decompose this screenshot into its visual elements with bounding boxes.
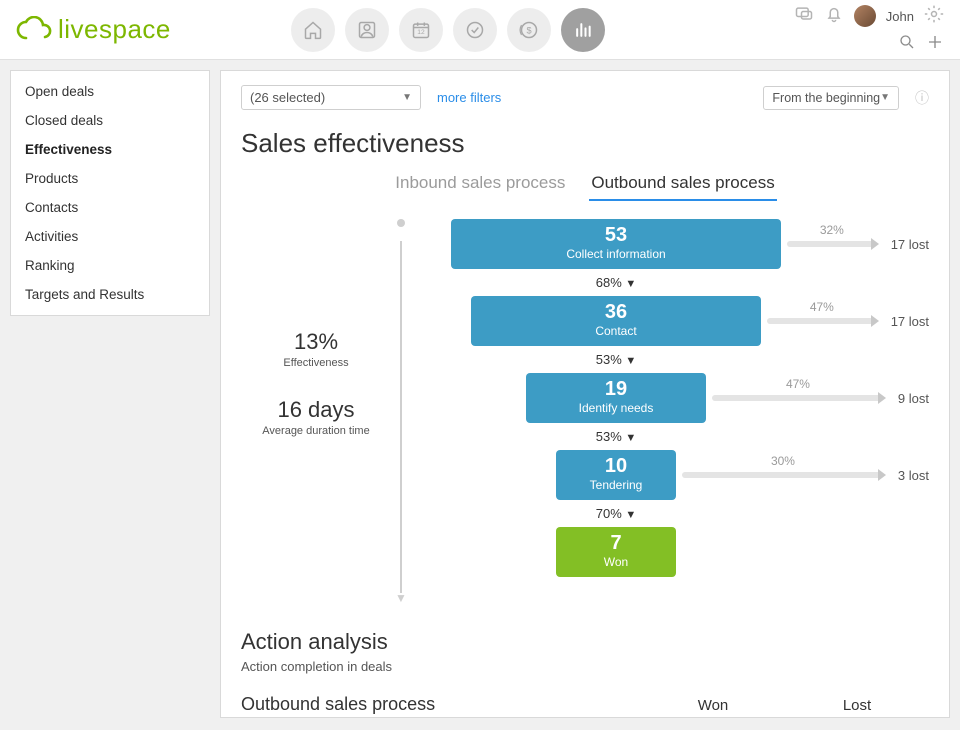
duration-label: Average duration time: [241, 425, 391, 437]
nav-calendar-icon[interactable]: 12: [399, 8, 443, 52]
svg-text:12: 12: [417, 29, 425, 36]
funnel-stage: 19 Identify needs 47% 9 lost: [411, 373, 929, 423]
stage-count: 10: [556, 456, 676, 476]
nav-home-icon[interactable]: [291, 8, 335, 52]
funnel-bar[interactable]: 19 Identify needs: [526, 373, 706, 423]
conversion-pct: 68% ▼: [451, 275, 781, 290]
action-analysis-title: Action analysis: [241, 629, 929, 655]
filter-select-label: (26 selected): [250, 90, 325, 105]
sidebar-item-effectiveness[interactable]: Effectiveness: [11, 135, 209, 164]
nav-contacts-icon[interactable]: [345, 8, 389, 52]
stage-name: Identify needs: [526, 401, 706, 415]
effectiveness-label: Effectiveness: [241, 357, 391, 369]
conversion-pct: 53% ▼: [526, 429, 706, 444]
lost-pct: 47%: [786, 377, 810, 391]
action-analysis-header: Outbound sales process Won Lost: [241, 694, 929, 715]
nav-finance-icon[interactable]: $: [507, 8, 551, 52]
col-won: Won: [641, 697, 785, 714]
lost-pct: 47%: [810, 300, 834, 314]
chat-icon[interactable]: [794, 4, 814, 29]
sidebar-item-activities[interactable]: Activities: [11, 222, 209, 251]
lost-count: 17 lost: [891, 314, 929, 329]
search-icon[interactable]: [898, 33, 916, 56]
stage-name: Collect information: [451, 247, 781, 261]
stage-count: 53: [451, 225, 781, 245]
info-icon[interactable]: ⓘ: [915, 88, 929, 108]
user-name: John: [886, 9, 914, 24]
gear-icon[interactable]: [924, 4, 944, 29]
lost-count: 17 lost: [891, 237, 929, 252]
lost-pct: 32%: [820, 223, 844, 237]
brand-cloud-icon: [16, 16, 52, 44]
summary-metrics: 13% Effectiveness 16 days Average durati…: [241, 219, 391, 605]
action-analysis-process: Outbound sales process: [241, 694, 641, 715]
process-tabs: Inbound sales process Outbound sales pro…: [241, 169, 929, 201]
brand-logo[interactable]: livespace: [16, 14, 171, 45]
tab-outbound[interactable]: Outbound sales process: [589, 169, 776, 201]
col-lost: Lost: [785, 697, 929, 714]
conversion-pct: 70% ▼: [556, 506, 676, 521]
lost-pct: 30%: [771, 454, 795, 468]
stage-name: Contact: [471, 324, 761, 338]
funnel-area: 13% Effectiveness 16 days Average durati…: [241, 219, 929, 605]
filter-row: (26 selected) ▼ more filters From the be…: [241, 85, 929, 110]
period-select-label: From the beginning: [772, 91, 880, 105]
funnel-stage: 53 Collect information 32% 17 lost: [411, 219, 929, 269]
lost-count: 9 lost: [898, 391, 929, 406]
conversion-pct: 53% ▼: [471, 352, 761, 367]
bell-icon[interactable]: [824, 4, 844, 29]
funnel-bar[interactable]: 7 Won: [556, 527, 676, 577]
filter-select[interactable]: (26 selected) ▼: [241, 85, 421, 110]
sidebar-item-ranking[interactable]: Ranking: [11, 251, 209, 280]
sidebar-item-contacts[interactable]: Contacts: [11, 193, 209, 222]
chevron-down-icon: ▼: [402, 92, 412, 103]
sidebar-item-closed-deals[interactable]: Closed deals: [11, 106, 209, 135]
lost-count: 3 lost: [898, 468, 929, 483]
topbar-right: John: [794, 4, 944, 56]
stage-name: Tendering: [556, 478, 676, 492]
add-icon[interactable]: [926, 33, 944, 56]
lost-track: 47%: [712, 395, 884, 401]
brand-name: livespace: [58, 14, 171, 45]
action-analysis-subtitle: Action completion in deals: [241, 659, 929, 674]
effectiveness-value: 13%: [241, 329, 391, 355]
stage-count: 19: [526, 379, 706, 399]
topbar: livespace 12 $ John: [0, 0, 960, 60]
funnel-bar[interactable]: 53 Collect information: [451, 219, 781, 269]
svg-text:$: $: [526, 25, 531, 35]
stage-count: 36: [471, 302, 761, 322]
duration-value: 16 days: [241, 397, 391, 423]
lost-track: 32%: [787, 241, 877, 247]
more-filters-link[interactable]: more filters: [437, 90, 501, 105]
chevron-down-icon: ▼: [880, 92, 890, 103]
funnel-chart: 53 Collect information 32% 17 lost 68% ▼ 36 Co…: [411, 219, 929, 605]
page-title: Sales effectiveness: [241, 128, 929, 159]
funnel-stage: 10 Tendering 30% 3 lost: [411, 450, 929, 500]
sidebar-item-products[interactable]: Products: [11, 164, 209, 193]
funnel-bar[interactable]: 36 Contact: [471, 296, 761, 346]
main-panel: (26 selected) ▼ more filters From the be…: [220, 70, 950, 718]
sidebar-item-targets-and-results[interactable]: Targets and Results: [11, 280, 209, 309]
nav-tasks-icon[interactable]: [453, 8, 497, 52]
funnel-bar[interactable]: 10 Tendering: [556, 450, 676, 500]
period-select[interactable]: From the beginning ▼: [763, 86, 899, 110]
nav-reports-icon[interactable]: [561, 8, 605, 52]
tab-inbound[interactable]: Inbound sales process: [393, 169, 567, 201]
funnel-stage: 36 Contact 47% 17 lost: [411, 296, 929, 346]
lost-track: 47%: [767, 318, 877, 324]
funnel-stage: 7 Won: [411, 527, 929, 577]
stage-name: Won: [556, 555, 676, 569]
top-nav: 12 $: [291, 8, 605, 52]
lost-track: 30%: [682, 472, 884, 478]
sidebar-item-open-deals[interactable]: Open deals: [11, 77, 209, 106]
timeline-axis: ▼: [391, 219, 411, 605]
avatar[interactable]: [854, 5, 876, 27]
stage-count: 7: [556, 533, 676, 553]
sidebar: Open dealsClosed dealsEffectivenessProdu…: [10, 70, 210, 316]
